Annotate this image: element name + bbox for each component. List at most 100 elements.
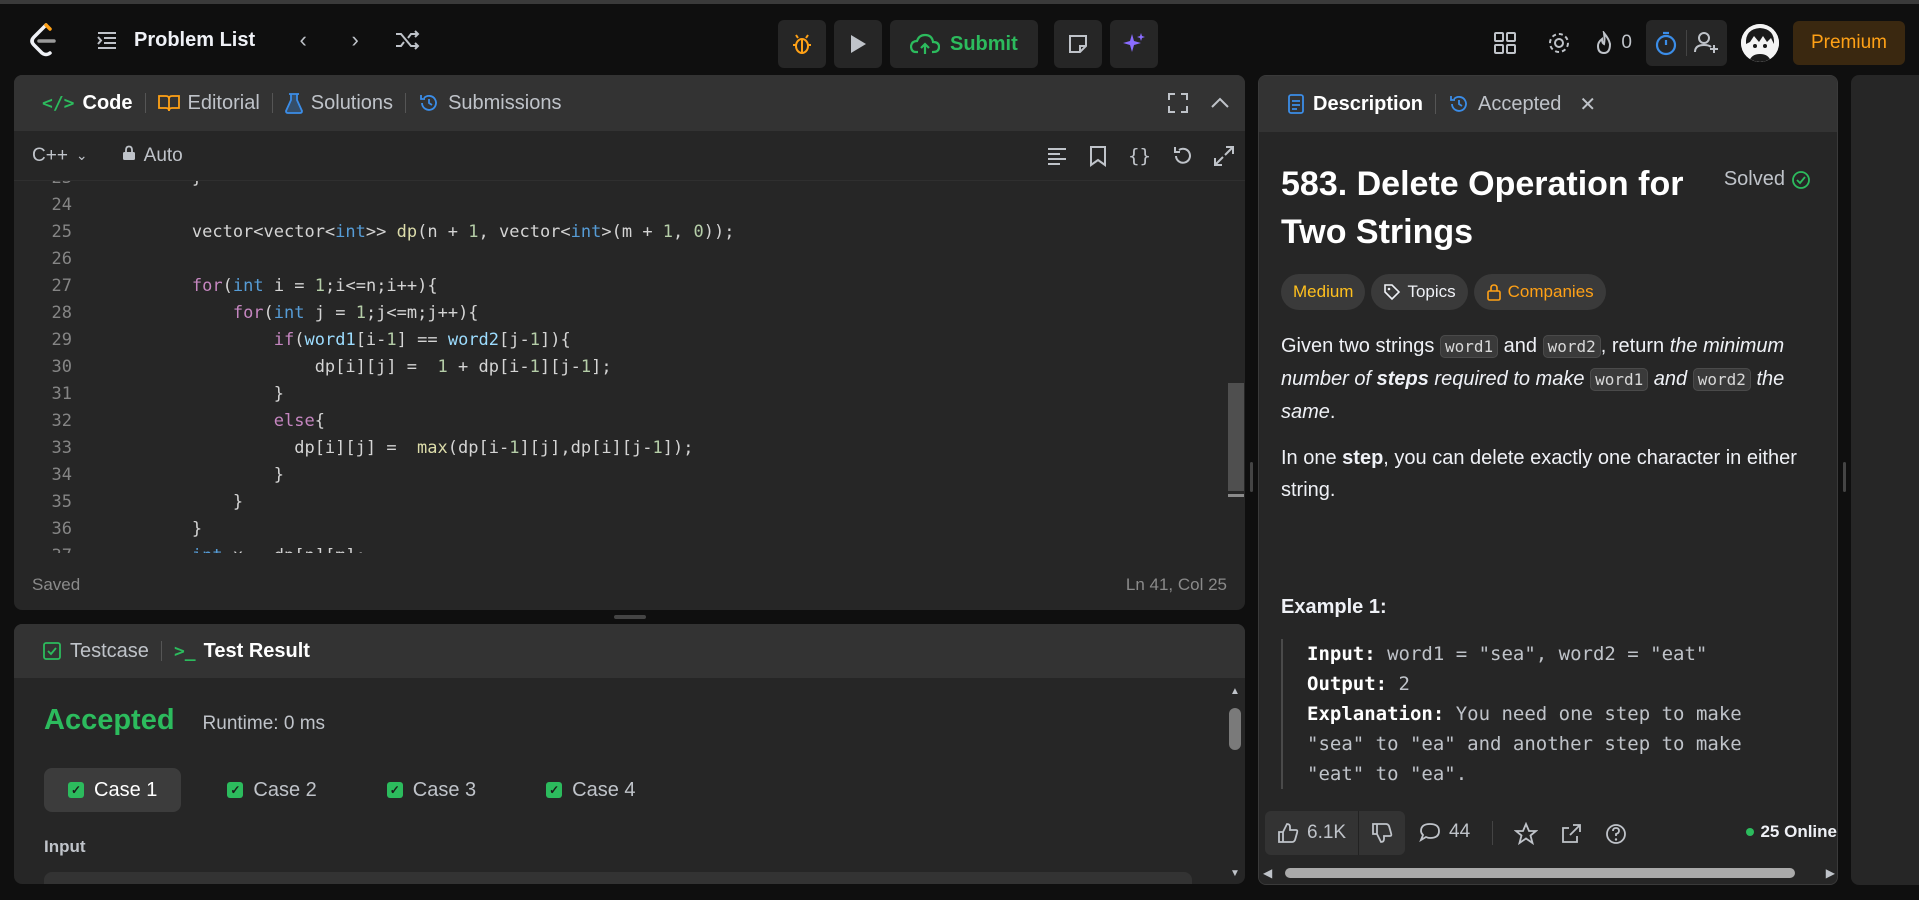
shuffle-icon[interactable] xyxy=(387,20,427,60)
saved-status: Saved xyxy=(32,575,81,594)
language-select[interactable]: C++ ⌄ xyxy=(32,145,88,167)
chevron-left-icon[interactable]: ‹ xyxy=(283,20,323,60)
case-tab-1[interactable]: ✓ Case 1 xyxy=(44,768,182,812)
tab-editorial[interactable]: Editorial xyxy=(146,75,272,131)
vertical-resize-handle[interactable] xyxy=(1250,462,1253,492)
premium-button[interactable]: Premium xyxy=(1792,21,1905,65)
notes-button[interactable] xyxy=(1053,20,1102,68)
case-tab-2[interactable]: ✓ Case 2 xyxy=(203,768,340,812)
code-line[interactable]: 36 } xyxy=(14,516,1245,543)
format-icon[interactable] xyxy=(1046,145,1068,167)
code-line[interactable]: 30 dp[i][j] = 1 + dp[i-1][j-1]; xyxy=(14,354,1245,381)
line-number: 34 xyxy=(51,465,72,485)
debug-button[interactable] xyxy=(778,20,826,68)
undo-icon[interactable] xyxy=(1171,145,1193,167)
lock-icon xyxy=(1486,284,1501,301)
submit-label: Submit xyxy=(950,32,1018,55)
result-panel-tabs: Testcase >_ Test Result xyxy=(14,624,1245,678)
code-line[interactable]: 27 for(int i = 1;i<=n;i++){ xyxy=(14,273,1245,300)
like-button[interactable]: 6.1K xyxy=(1265,822,1358,844)
share-icon[interactable] xyxy=(1559,822,1583,846)
example-title: Example 1: xyxy=(1281,596,1387,618)
code-line[interactable]: 26 xyxy=(14,246,1245,273)
runtime-label: Runtime: 0 ms xyxy=(202,713,326,734)
code-line[interactable]: 32 else{ xyxy=(14,408,1245,435)
editor-scrollbar[interactable] xyxy=(1225,181,1245,553)
tab-accepted-label: Accepted xyxy=(1478,92,1562,115)
code-line[interactable]: 24 xyxy=(14,192,1245,219)
mode-label[interactable]: Auto xyxy=(144,145,183,167)
tab-description[interactable]: Description xyxy=(1275,76,1435,132)
editor-statusbar: Saved Ln 41, Col 25 xyxy=(14,560,1245,610)
tag-icon xyxy=(1384,284,1401,301)
line-text: else{ xyxy=(273,411,325,431)
dislike-button[interactable] xyxy=(1359,822,1405,844)
submit-button[interactable]: Submit xyxy=(890,20,1038,68)
line-number: 24 xyxy=(51,195,72,215)
comments-button[interactable]: 44 xyxy=(1419,821,1470,843)
line-number: 37 xyxy=(14,543,72,553)
chevron-right-icon[interactable]: › xyxy=(335,20,375,60)
line-number: 30 xyxy=(51,357,72,377)
code-line[interactable]: 31 } xyxy=(14,381,1245,408)
case-tab-4[interactable]: ✓ Case 4 xyxy=(522,768,659,812)
expand-icon[interactable] xyxy=(1213,145,1235,167)
tab-test-result-label: Test Result xyxy=(203,639,310,662)
case-label: Case 3 xyxy=(412,778,477,801)
code-editor[interactable]: 23 } 24 25 vector<vector<int>> dp(n + 1, v… xyxy=(14,181,1245,553)
document-icon xyxy=(1288,94,1304,114)
avatar[interactable] xyxy=(1740,24,1779,62)
tab-code[interactable]: </> Code xyxy=(30,75,145,131)
case-label: Case 4 xyxy=(572,778,636,801)
line-text: } xyxy=(110,492,244,512)
thumbs-up-icon xyxy=(1278,823,1299,843)
description-footer: 6.1K 44 25 Online ◀ ▶ xyxy=(1259,804,1837,884)
braces-icon[interactable]: {} xyxy=(1128,145,1151,167)
code-line[interactable]: 37 int x = dp[n][m]; xyxy=(14,543,1245,553)
code-line[interactable]: 35 } xyxy=(14,489,1245,516)
streak-counter[interactable]: 0 xyxy=(1593,31,1632,55)
example-block: Input: word1 = "sea", word2 = "eat" Outp… xyxy=(1281,639,1807,789)
code-line[interactable]: 29 if(word1[i-1] == word2[j-1]){ xyxy=(14,327,1245,354)
case-tab-3[interactable]: ✓ Case 3 xyxy=(363,768,500,812)
top-bar: Problem List ‹ › Submit 0 Premium xyxy=(0,0,1919,74)
flame-icon xyxy=(1597,31,1612,55)
tab-submissions[interactable]: Submissions xyxy=(406,75,573,131)
line-text: dp[i][j] = max(dp[i-1][j],dp[i][j-1]); xyxy=(110,438,694,458)
gear-icon[interactable] xyxy=(1539,23,1579,63)
line-number: 36 xyxy=(51,519,72,539)
horizontal-scrollbar[interactable]: ◀ ▶ xyxy=(1263,864,1835,882)
likes-count: 6.1K xyxy=(1307,822,1347,843)
run-button[interactable] xyxy=(834,20,882,68)
result-panel: Testcase >_ Test Result Accepted Runtime… xyxy=(14,624,1245,884)
code-line[interactable]: 34 } xyxy=(14,462,1245,489)
code-line[interactable]: 33 dp[i][j] = max(dp[i-1][j],dp[i][j-1])… xyxy=(14,435,1245,462)
problem-list-link[interactable]: Problem List xyxy=(134,29,255,52)
code-line[interactable]: 23 } xyxy=(14,181,1245,192)
fullscreen-icon[interactable] xyxy=(1167,92,1189,114)
close-icon[interactable]: ✕ xyxy=(1579,92,1596,117)
problem-list-icon[interactable] xyxy=(94,27,120,53)
tab-solutions[interactable]: Solutions xyxy=(273,75,405,131)
panel-resize-handle[interactable] xyxy=(614,615,646,619)
layout-icon[interactable] xyxy=(1485,23,1525,63)
bookmark-icon[interactable] xyxy=(1088,145,1108,167)
code-line[interactable]: 25 vector<vector<int>> dp(n + 1, vector<… xyxy=(14,219,1245,246)
ai-assist-button[interactable] xyxy=(1109,20,1158,68)
result-scrollbar[interactable]: ▲ ▼ xyxy=(1225,678,1245,884)
stopwatch-icon[interactable] xyxy=(1646,23,1686,63)
tab-test-result[interactable]: >_ Test Result xyxy=(162,624,322,678)
code-toolbar: C++ ⌄ Auto {} xyxy=(14,131,1245,181)
chevron-up-icon[interactable] xyxy=(1209,92,1231,114)
add-user-icon[interactable] xyxy=(1687,23,1727,63)
companies-tag[interactable]: Companies xyxy=(1473,274,1606,310)
tab-accepted[interactable]: Accepted ✕ xyxy=(1436,76,1608,132)
vertical-resize-handle-right[interactable] xyxy=(1843,462,1846,492)
case-label: Case 1 xyxy=(94,778,158,801)
help-icon[interactable] xyxy=(1604,822,1628,846)
leetcode-logo-icon[interactable] xyxy=(24,21,62,59)
code-line[interactable]: 28 for(int j = 1;j<=m;j++){ xyxy=(14,300,1245,327)
star-icon[interactable] xyxy=(1514,822,1538,846)
topics-tag[interactable]: Topics xyxy=(1371,274,1468,310)
tab-testcase[interactable]: Testcase xyxy=(30,624,161,678)
